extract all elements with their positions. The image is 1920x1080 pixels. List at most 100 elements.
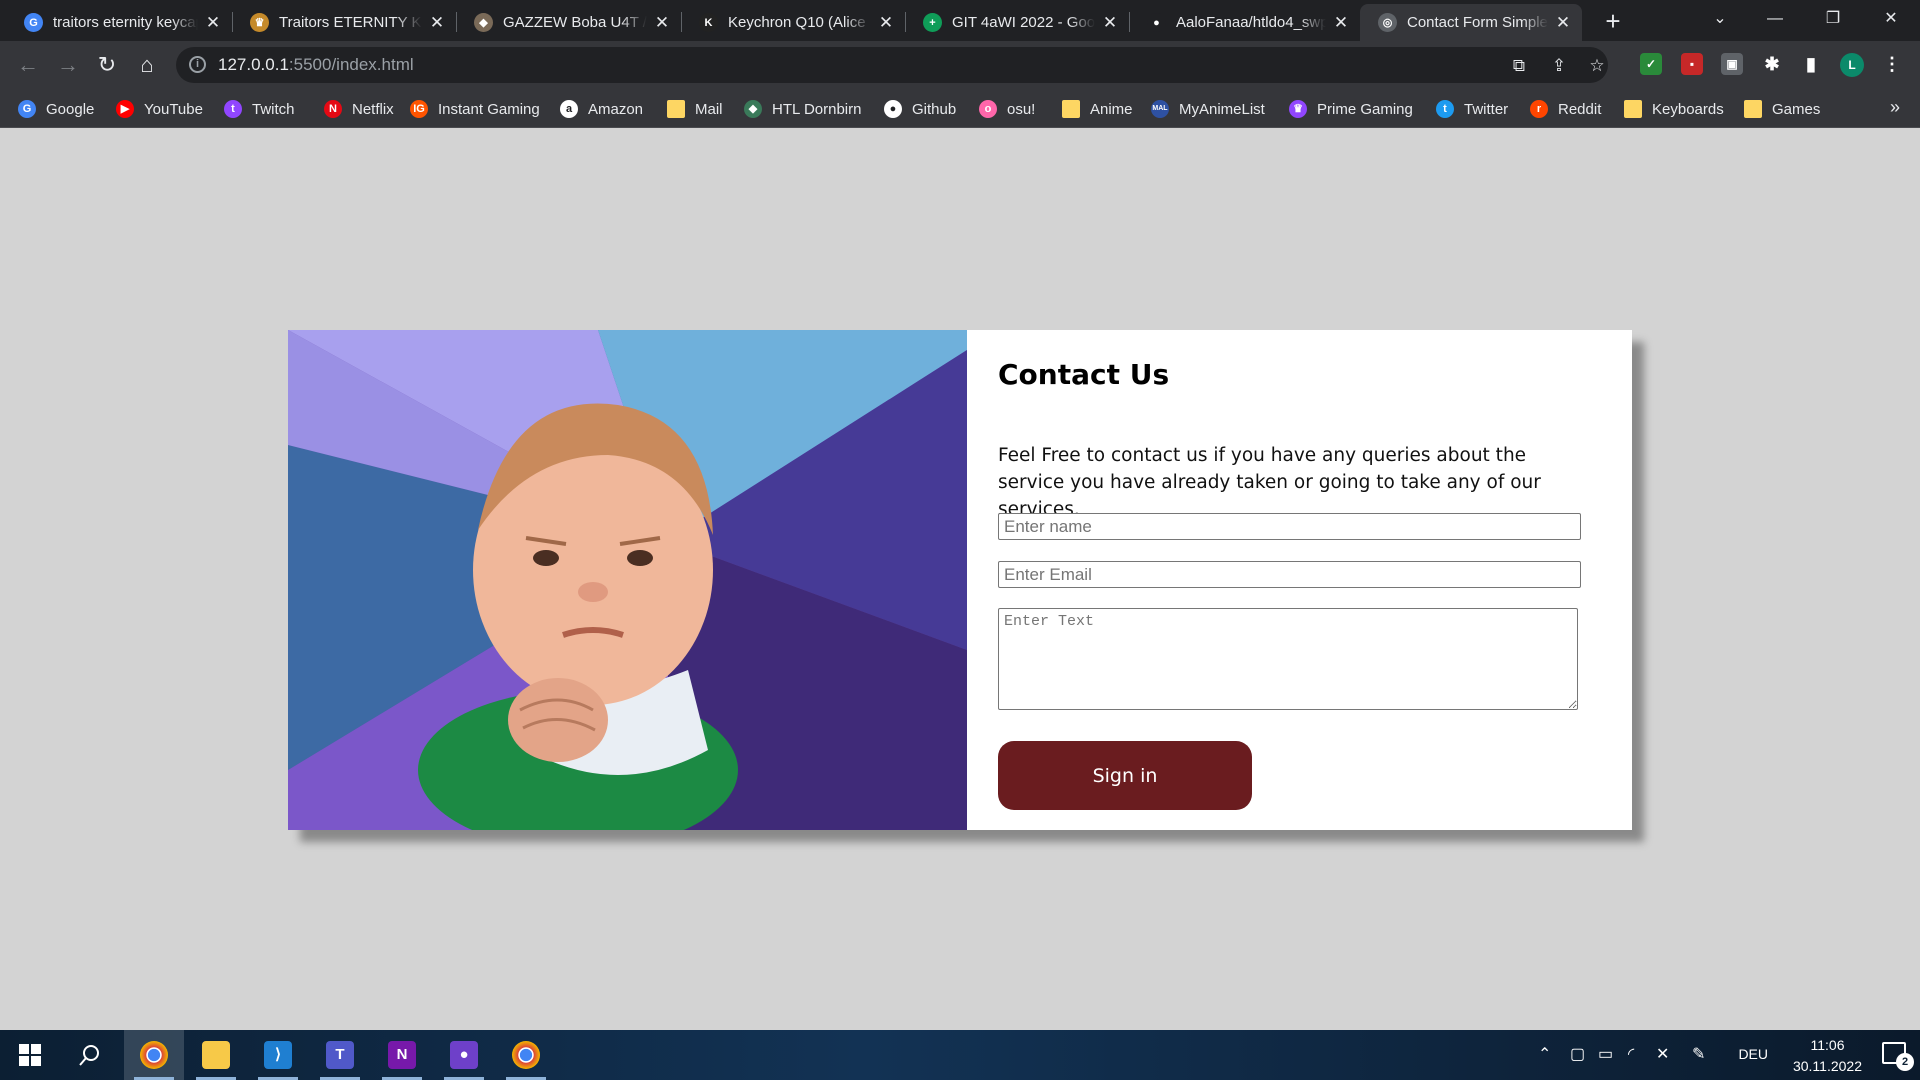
site-info-icon[interactable]: i: [189, 56, 206, 73]
search-icon[interactable]: [60, 1030, 120, 1080]
taskbar-app[interactable]: ●: [434, 1030, 494, 1080]
bookmark-star-icon[interactable]: ☆: [1586, 55, 1608, 77]
minimize-icon[interactable]: —: [1745, 0, 1805, 41]
bookmark-mail[interactable]: Mail: [667, 98, 723, 120]
tab-search-icon[interactable]: ⌄: [1690, 0, 1750, 41]
address-bar[interactable]: i 127.0.0.1:5500/index.html ⧉ ⇪ ☆: [176, 47, 1608, 83]
hero-illustration: [288, 330, 967, 830]
taskbar-app[interactable]: ⟩: [248, 1030, 308, 1080]
folder-icon: [1624, 100, 1642, 118]
tab-title: Traitors ETERNITY Keycaps: [279, 14, 422, 31]
password-manager-icon[interactable]: ▪: [1681, 53, 1703, 75]
name-input[interactable]: [998, 513, 1581, 540]
windows-start-icon[interactable]: [0, 1030, 60, 1080]
translate-icon[interactable]: ⧉: [1508, 55, 1530, 77]
restore-icon[interactable]: ❐: [1803, 0, 1863, 41]
bookmark-prime-gaming[interactable]: ♛ Prime Gaming: [1289, 98, 1413, 120]
reload-icon[interactable]: ↻: [91, 49, 123, 81]
taskbar-app[interactable]: [186, 1030, 246, 1080]
bookmark-amazon[interactable]: a Amazon: [560, 98, 643, 120]
tab-title: traitors eternity keycaps - Google Suche: [53, 14, 198, 31]
bookmark-anime[interactable]: Anime: [1062, 98, 1133, 120]
browser-tab[interactable]: ● AaloFanaa/htldo4_swp ✕: [1129, 4, 1360, 41]
bookmark-label: Prime Gaming: [1317, 100, 1413, 118]
close-tab-icon[interactable]: ✕: [877, 13, 895, 33]
close-tab-icon[interactable]: ✕: [204, 13, 222, 33]
bookmark-keyboards[interactable]: Keyboards: [1624, 98, 1724, 120]
bookmark-label: Anime: [1090, 100, 1133, 118]
google-icon: G: [24, 13, 43, 32]
system-clock[interactable]: 11:06 30.11.2022: [1793, 1035, 1862, 1077]
tray-overflow-icon[interactable]: ⌃: [1538, 1044, 1551, 1064]
volume-muted-icon[interactable]: ✕: [1656, 1044, 1669, 1064]
close-tab-icon[interactable]: ✕: [653, 13, 671, 33]
adblock-shield-icon[interactable]: ✓: [1640, 53, 1662, 75]
forward-arrow-icon[interactable]: →: [52, 49, 84, 81]
close-tab-icon[interactable]: ✕: [1554, 13, 1572, 33]
message-textarea[interactable]: [998, 608, 1578, 710]
taskbar-app[interactable]: [496, 1030, 556, 1080]
tab-title: GAZZEW Boba U4T / U4 Switches: [503, 14, 647, 31]
profile-avatar[interactable]: L: [1840, 53, 1864, 77]
success-kid-image: [288, 330, 967, 830]
browser-tab[interactable]: ♛ Traitors ETERNITY Keycaps ✕: [232, 4, 456, 41]
bookmark-games[interactable]: Games: [1744, 98, 1820, 120]
url-text[interactable]: 127.0.0.1:5500/index.html: [218, 55, 414, 75]
bookmark-instant-gaming[interactable]: IG Instant Gaming: [410, 98, 540, 120]
bookmarks-overflow-icon[interactable]: »: [1890, 97, 1900, 118]
bookmark-osu[interactable]: o osu!: [979, 98, 1035, 120]
extension-icon[interactable]: ▣: [1721, 53, 1743, 75]
file-explorer-icon: [202, 1041, 230, 1069]
extensions-puzzle-icon[interactable]: ✱: [1761, 53, 1783, 75]
sign-in-button[interactable]: Sign in: [998, 741, 1252, 810]
wifi-icon[interactable]: ◜: [1628, 1044, 1634, 1064]
language-indicator[interactable]: DEU: [1738, 1046, 1768, 1062]
browser-tab[interactable]: K Keychron Q10 (Alice Layout) ✕: [681, 4, 905, 41]
amazon-icon: a: [560, 100, 578, 118]
vscode-icon: ⟩: [264, 1041, 292, 1069]
taskbar-app[interactable]: [124, 1030, 184, 1080]
notification-center-icon[interactable]: 2: [1882, 1042, 1914, 1071]
browser-tab[interactable]: ◆ GAZZEW Boba U4T / U4 Switches ✕: [456, 4, 681, 41]
bookmark-reddit[interactable]: r Reddit: [1530, 98, 1601, 120]
bookmark-netflix[interactable]: N Netflix: [324, 98, 394, 120]
browser-tab[interactable]: Gtraitors eternity keycaps - Google Such…: [6, 4, 232, 41]
browser-tab[interactable]: + GIT 4aWI 2022 - Google Tabellen ✕: [905, 4, 1129, 41]
meet-now-icon[interactable]: ▢: [1570, 1044, 1585, 1064]
github-desktop-icon: ●: [450, 1041, 478, 1069]
notification-count: 2: [1896, 1053, 1914, 1071]
side-panel-icon[interactable]: ▮: [1800, 53, 1822, 75]
back-arrow-icon[interactable]: ←: [12, 49, 44, 81]
taskbar-app[interactable]: T: [310, 1030, 370, 1080]
tab-title: Contact Form Simple: [1407, 14, 1548, 31]
bookmark-twitch[interactable]: t Twitch: [224, 98, 295, 120]
close-tab-icon[interactable]: ✕: [1332, 13, 1350, 33]
prime-gaming-icon: ♛: [1289, 100, 1307, 118]
bookmark-htl-dornbirn[interactable]: ◆ HTL Dornbirn: [744, 98, 861, 120]
share-icon[interactable]: ⇪: [1548, 55, 1570, 77]
instant-gaming-icon: IG: [410, 100, 428, 118]
bookmark-github[interactable]: ● Github: [884, 98, 956, 120]
clock-time: 11:06: [1810, 1037, 1845, 1053]
bookmark-twitter[interactable]: t Twitter: [1436, 98, 1508, 120]
folder-icon: [667, 100, 685, 118]
folder-icon: [1062, 100, 1080, 118]
bookmark-google[interactable]: G Google: [18, 98, 94, 120]
taskbar-app[interactable]: N: [372, 1030, 432, 1080]
bookmark-label: YouTube: [144, 100, 203, 118]
clock-date: 30.11.2022: [1792, 1058, 1862, 1074]
bookmark-myanimelist[interactable]: MAL MyAnimeList: [1151, 98, 1265, 120]
browser-tab[interactable]: ◎ Contact Form Simple ✕: [1360, 4, 1582, 41]
netflix-icon: N: [324, 100, 342, 118]
myanimelist-icon: MAL: [1151, 100, 1169, 118]
close-tab-icon[interactable]: ✕: [428, 13, 446, 33]
home-icon[interactable]: ⌂: [131, 49, 163, 81]
pen-icon[interactable]: ✎: [1692, 1044, 1705, 1064]
kebab-menu-icon[interactable]: ⋮: [1881, 53, 1903, 75]
close-window-icon[interactable]: ✕: [1861, 0, 1920, 41]
bookmark-youtube[interactable]: ▶ YouTube: [116, 98, 203, 120]
new-tab-icon[interactable]: +: [1598, 6, 1628, 36]
email-input[interactable]: [998, 561, 1581, 588]
close-tab-icon[interactable]: ✕: [1101, 13, 1119, 33]
battery-icon[interactable]: ▭: [1598, 1044, 1613, 1064]
